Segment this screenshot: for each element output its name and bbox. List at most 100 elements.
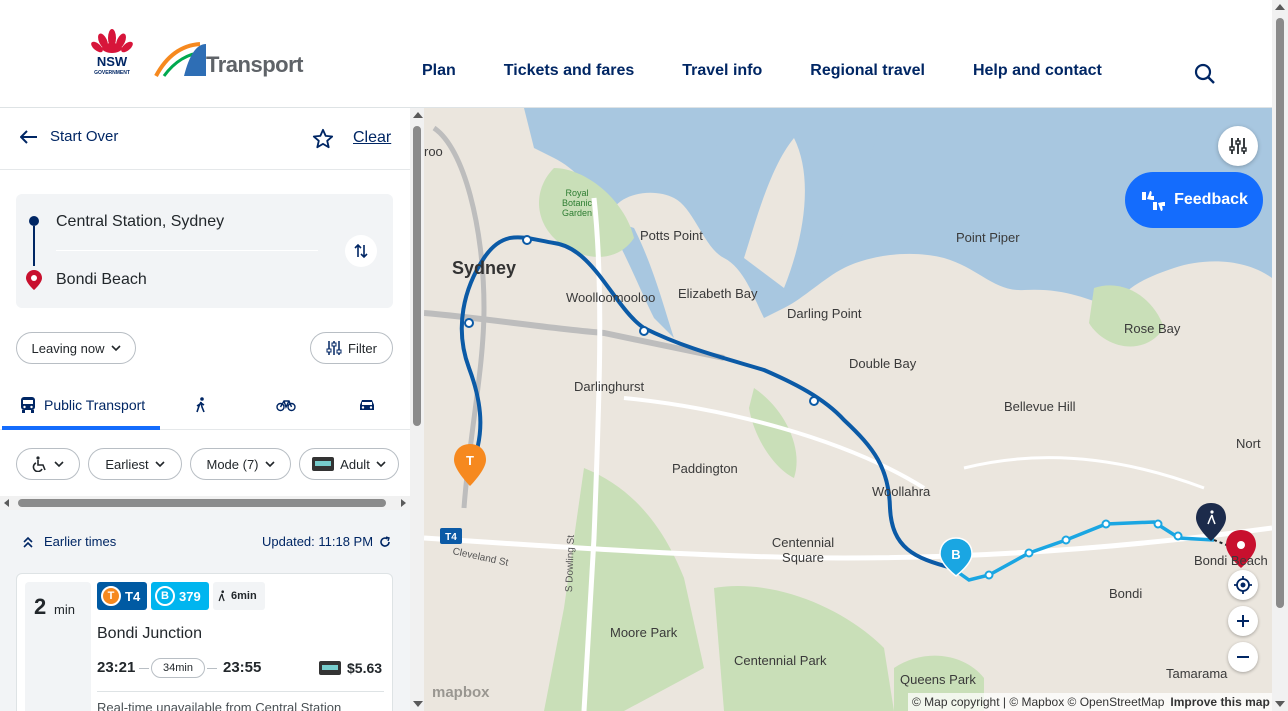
panel-scrollbar[interactable] [410, 108, 424, 711]
transport-logo-text: Transport [206, 52, 303, 77]
mode-dropdown[interactable]: Mode (7) [190, 448, 291, 480]
nav-help-and-contact[interactable]: Help and contact [973, 62, 1102, 80]
travel-mode-tabs: Public Transport [0, 380, 410, 430]
map-label-darling-point: Darling Point [787, 306, 862, 321]
bus-route-badge: B 379 [151, 582, 209, 610]
sort-label: Earliest [105, 456, 149, 472]
arrow-left-icon [20, 129, 37, 144]
nav-travel-info[interactable]: Travel info [682, 62, 762, 80]
tab-car[interactable] [358, 380, 376, 430]
trip-result-card[interactable]: 2 min T T4 B 379 6min Bondi Junction 23:… [16, 573, 393, 711]
rushcutters-park [749, 388, 797, 478]
leaving-now-dropdown[interactable]: Leaving now [16, 332, 136, 364]
mode-label: Mode (7) [206, 456, 259, 472]
departs-in-unit: min [54, 602, 75, 617]
depart-time: 23:21 [97, 659, 136, 676]
double-chevron-up-icon [23, 536, 33, 548]
swap-icon[interactable] [345, 235, 377, 267]
scroll-up-icon[interactable] [413, 112, 423, 118]
zoom-in-button[interactable] [1228, 606, 1258, 636]
departs-in: 2 min [25, 582, 91, 711]
nsw-logo-text: NSW [97, 54, 128, 69]
map-attribution: © Map copyright | © Mapbox © OpenStreetM… [908, 693, 1272, 711]
destination-field[interactable]: Bondi Beach [56, 271, 147, 289]
trip-planner-panel: Start Over Clear Central Station, Sydney… [0, 108, 424, 711]
tab-public-transport-label: Public Transport [44, 397, 146, 413]
nsw-government-logo[interactable]: NSW GOVERNMENT [88, 28, 136, 78]
fare-type-dropdown[interactable]: Adult [299, 448, 399, 480]
active-tab-indicator [2, 426, 160, 430]
t4-line-marker: T4 [440, 528, 462, 544]
crosshair-icon [1234, 576, 1252, 594]
train-line-label: T4 [125, 588, 141, 604]
thumbs-icon [1142, 191, 1166, 211]
attribution-text[interactable]: © Map copyright | © Mapbox © OpenStreetM… [912, 695, 1164, 709]
chevron-down-icon [376, 461, 386, 468]
walk-duration: 6min [231, 590, 257, 602]
tab-bike[interactable] [276, 380, 296, 430]
scroll-right-icon[interactable] [401, 499, 406, 507]
page-scrollbar-thumb[interactable] [1276, 18, 1284, 608]
nav-regional-travel[interactable]: Regional travel [810, 62, 925, 80]
chevron-down-icon [155, 461, 165, 468]
duration-line [139, 668, 149, 669]
origin-dot-icon [29, 216, 39, 226]
scroll-down-icon[interactable] [413, 701, 423, 707]
clear-button[interactable]: Clear [353, 129, 391, 147]
scroll-down-icon[interactable] [1275, 701, 1285, 707]
centennial-park-area [714, 586, 894, 711]
mapbox-logo[interactable]: mapbox [432, 684, 490, 701]
train-origin-marker[interactable]: T [454, 444, 486, 486]
map-label-paddington: Paddington [672, 461, 738, 476]
earlier-times-label: Earlier times [44, 534, 117, 549]
leaving-now-label: Leaving now [31, 340, 105, 356]
map-label-tamarama: Tamarama [1166, 666, 1228, 681]
bus-stop-marker[interactable]: B [939, 537, 973, 577]
search-icon[interactable] [1194, 63, 1216, 85]
map-label-centennial-square: Centennial Square [771, 535, 835, 565]
improve-map-link[interactable]: Improve this map [1170, 695, 1269, 709]
tab-walk[interactable] [194, 380, 208, 430]
accessibility-dropdown[interactable] [16, 448, 80, 480]
bus-stop [1153, 519, 1163, 529]
bus-icon [21, 397, 35, 413]
train-line-badge: T T4 [97, 582, 147, 610]
bus-marker-label: B [951, 547, 960, 562]
train-stop [639, 326, 649, 336]
origin-field[interactable]: Central Station, Sydney [56, 213, 224, 231]
chips-scrollbar[interactable] [0, 496, 410, 510]
map-label-point-piper: Point Piper [956, 230, 1020, 245]
map-label-double-bay: Double Bay [849, 356, 917, 371]
locate-me-button[interactable] [1228, 570, 1258, 600]
updated-label: Updated: 11:18 PM [262, 534, 374, 549]
filter-button[interactable]: Filter [310, 332, 393, 364]
od-divider [56, 250, 318, 251]
zoom-out-button[interactable] [1228, 642, 1258, 672]
chips-scrollbar-thumb[interactable] [18, 499, 386, 507]
train-stop [809, 396, 819, 406]
earlier-times-button[interactable]: Earlier times [22, 534, 116, 549]
updated-status[interactable]: Updated: 11:18 PM [262, 534, 391, 549]
sort-dropdown[interactable]: Earliest [88, 448, 182, 480]
nav-plan[interactable]: Plan [422, 62, 456, 80]
departs-in-minutes: 2 [34, 594, 47, 619]
t4-marker-label: T4 [445, 532, 457, 543]
page-scrollbar[interactable] [1272, 0, 1288, 711]
trip-duration: 34min [151, 658, 205, 678]
star-icon[interactable] [312, 128, 334, 150]
start-over-button[interactable]: Start Over [20, 128, 118, 145]
panel-scrollbar-thumb[interactable] [413, 126, 421, 426]
filter-label: Filter [348, 340, 377, 356]
rose-bay-park [1089, 285, 1164, 347]
map-label-woolloomooloo: Woolloomooloo [566, 290, 656, 305]
map-label-darlinghurst: Darlinghurst [574, 379, 645, 394]
scroll-up-icon[interactable] [1275, 4, 1285, 10]
nav-tickets-and-fares[interactable]: Tickets and fares [504, 62, 634, 80]
scroll-left-icon[interactable] [4, 499, 9, 507]
feedback-button[interactable]: Feedback [1125, 172, 1263, 228]
tab-public-transport[interactable]: Public Transport [20, 380, 145, 430]
destination-pin-icon [26, 270, 42, 290]
map-settings-button[interactable] [1218, 126, 1258, 166]
route-map[interactable]: T B T4 roo Sydney Royal Botanic Garden P… [424, 108, 1272, 711]
walk-icon [196, 397, 205, 413]
